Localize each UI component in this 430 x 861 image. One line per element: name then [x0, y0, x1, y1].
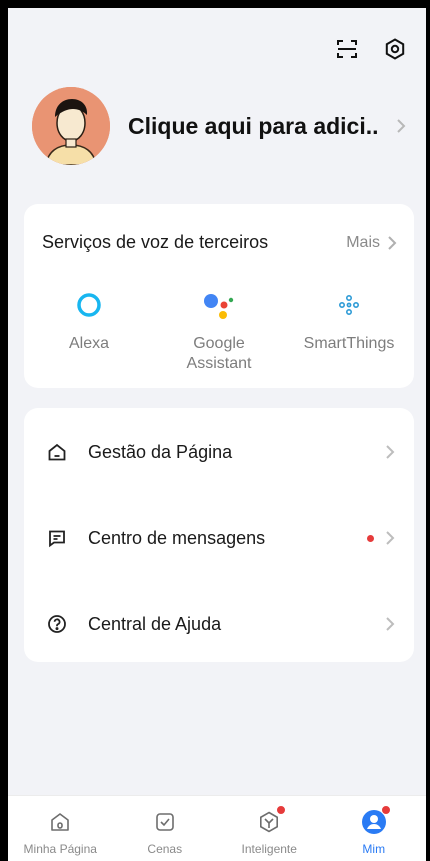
service-label: SmartThings [303, 335, 395, 352]
service-label: Alexa [68, 335, 110, 352]
more-label[interactable]: Mais [346, 234, 380, 252]
tab-label: Minha Página [23, 842, 97, 856]
service-label: Google Assistant [186, 335, 252, 372]
voice-services-card: Serviços de voz de terceiros Mais Alexa [24, 204, 414, 388]
me-tab-icon [360, 805, 391, 836]
menu-item-label: Centro de mensagens [88, 527, 266, 548]
service-smartthings[interactable]: SmartThings [289, 288, 409, 374]
notification-badge [367, 534, 374, 542]
notification-badge [276, 805, 287, 815]
google-assistant-icon [202, 288, 236, 322]
menu-item-label: Central de Ajuda [88, 613, 222, 634]
chevron-right-icon [386, 531, 395, 545]
service-alexa[interactable]: Alexa [29, 288, 149, 374]
help-icon [46, 613, 68, 635]
chevron-right-icon [392, 114, 410, 138]
menu-card: Gestão da Página Centro de mensagens Cen… [24, 408, 414, 662]
scan-icon[interactable] [334, 36, 360, 62]
tab-cenas[interactable]: Cenas [120, 796, 210, 861]
alexa-icon [76, 288, 102, 322]
tab-mim[interactable]: Mim [329, 796, 419, 861]
menu-item-message-center[interactable]: Centro de mensagens [46, 524, 396, 552]
chevron-right-icon [388, 235, 397, 250]
screen: Clique aqui para adici... Serviços de vo… [8, 8, 426, 861]
avatar[interactable] [32, 87, 110, 165]
profile-name[interactable]: Clique aqui para adici... [128, 113, 378, 140]
tab-label: Cenas [147, 842, 183, 856]
menu-item-page-management[interactable]: Gestão da Página [46, 438, 396, 466]
tab-minha-pagina[interactable]: Minha Página [15, 796, 105, 861]
home-tab-icon [46, 808, 74, 836]
home-icon [46, 441, 68, 463]
tab-inteligente[interactable]: Inteligente [224, 796, 314, 861]
header-actions [334, 36, 408, 62]
chevron-right-icon [386, 617, 395, 631]
service-google-assistant[interactable]: Google Assistant [159, 288, 279, 374]
menu-item-label: Gestão da Página [88, 441, 233, 462]
voice-services-title: Serviços de voz de terceiros [42, 232, 269, 252]
tab-label: Inteligente [241, 842, 297, 856]
tab-label: Mim [362, 842, 386, 856]
chevron-right-icon [386, 445, 395, 459]
scenes-tab-icon [151, 808, 179, 836]
smartthings-icon [338, 288, 360, 322]
menu-item-help-center[interactable]: Central de Ajuda [46, 610, 396, 638]
voice-services-more-link[interactable]: Mais [346, 234, 398, 252]
settings-icon[interactable] [382, 36, 408, 62]
notification-badge [380, 805, 391, 815]
smart-tab-icon [255, 805, 287, 836]
profile-row[interactable]: Clique aqui para adici... [32, 86, 410, 166]
message-icon [46, 527, 68, 549]
bottom-tab-bar: Minha Página Cenas Inteligente Mim [8, 795, 426, 861]
